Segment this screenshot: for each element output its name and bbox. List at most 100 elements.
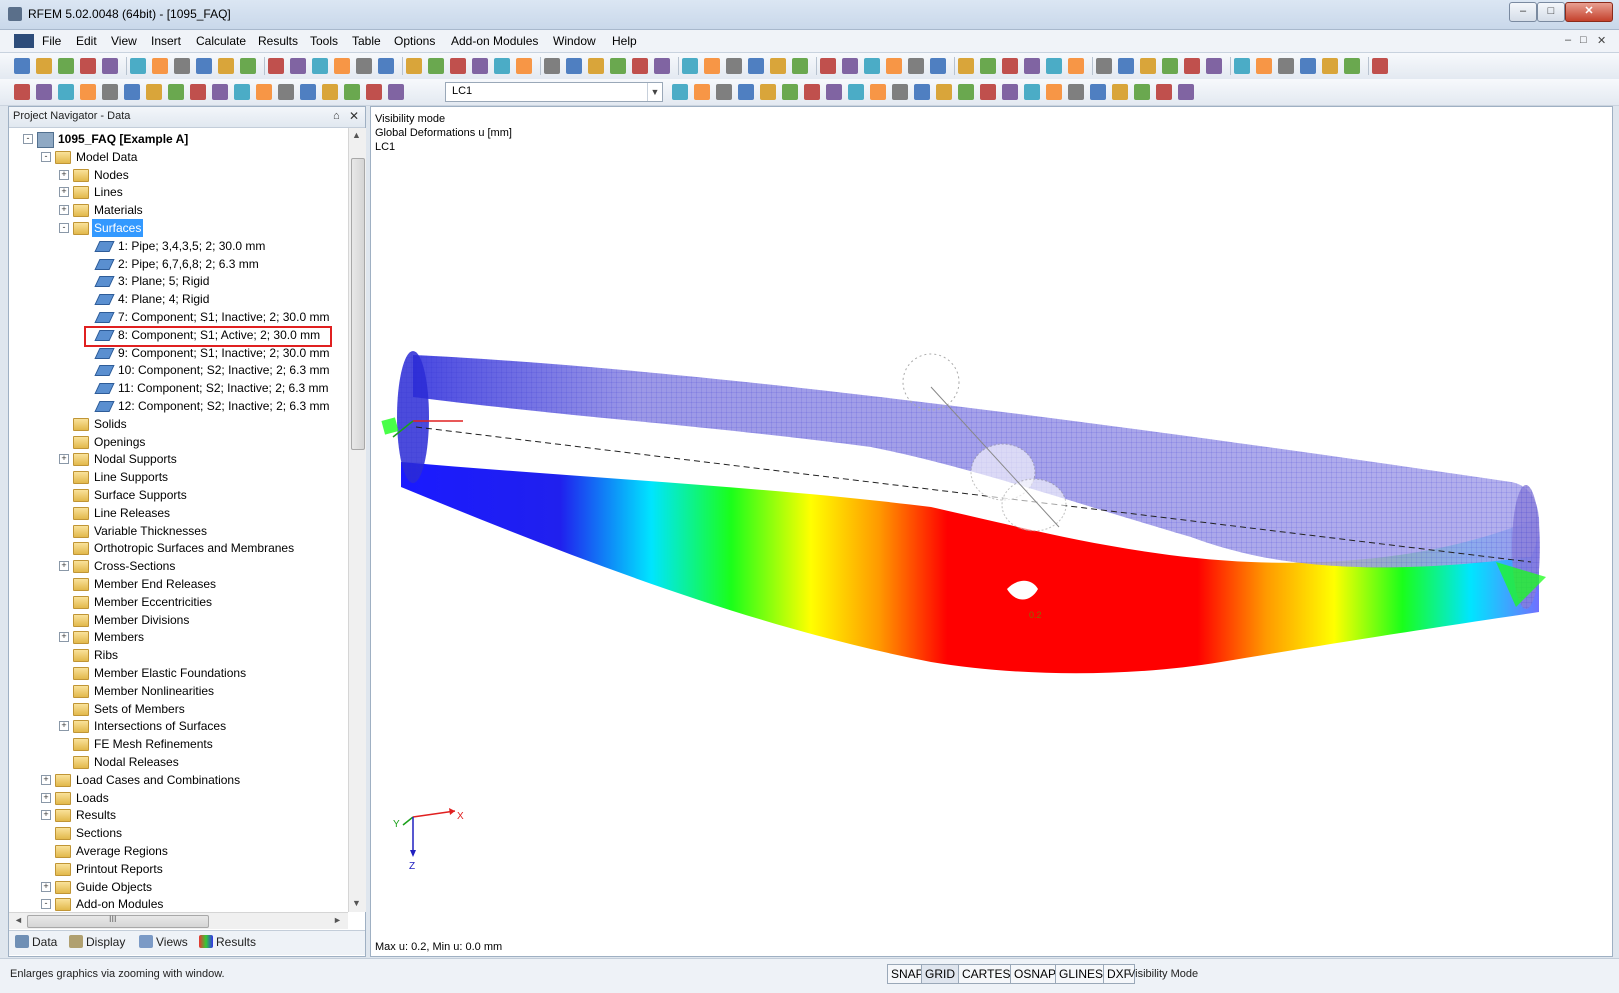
toolbar-tool-icon[interactable]: [1256, 58, 1272, 74]
tree-item[interactable]: - Surfaces: [9, 219, 348, 237]
toolbar-tool-icon[interactable]: [870, 84, 886, 100]
toolbar-tool-icon[interactable]: [406, 58, 422, 74]
tree-item[interactable]: Member Divisions: [9, 611, 348, 629]
toolbar-tool-icon[interactable]: [842, 58, 858, 74]
toolbar-tool-icon[interactable]: [494, 58, 510, 74]
toolbar-tool-icon[interactable]: [654, 58, 670, 74]
toolbar-tool-icon[interactable]: [1002, 58, 1018, 74]
collapse-icon[interactable]: -: [59, 223, 69, 233]
toolbar-tool-icon[interactable]: [278, 84, 294, 100]
toolbar-tool-icon[interactable]: [1234, 58, 1250, 74]
toolbar-tool-icon[interactable]: [146, 84, 162, 100]
toolbar-tool-icon[interactable]: [672, 84, 688, 100]
toolbar-tool-icon[interactable]: [1178, 84, 1194, 100]
toolbar-tool-icon[interactable]: [1278, 58, 1294, 74]
tree-item[interactable]: + Intersections of Surfaces: [9, 717, 348, 735]
toolbar-tool-icon[interactable]: [1090, 84, 1106, 100]
toolbar-tool-icon[interactable]: [760, 84, 776, 100]
toolbar-tool-icon[interactable]: [14, 58, 30, 74]
menu-edit[interactable]: Edit: [76, 34, 97, 48]
toolbar-tool-icon[interactable]: [958, 58, 974, 74]
tree-item[interactable]: Average Regions: [9, 842, 348, 860]
toolbar-tool-icon[interactable]: [804, 84, 820, 100]
expand-icon[interactable]: +: [59, 169, 69, 180]
toolbar-tool-icon[interactable]: [36, 58, 52, 74]
cartes-button[interactable]: CARTES: [958, 964, 1015, 984]
toolbar-tool-icon[interactable]: [1300, 58, 1316, 74]
menu-table[interactable]: Table: [352, 34, 381, 48]
graphics-window[interactable]: Visibility mode Global Deformations u [m…: [370, 106, 1613, 957]
menu-view[interactable]: View: [111, 34, 137, 48]
toolbar-tool-icon[interactable]: [268, 58, 284, 74]
toolbar-tool-icon[interactable]: [892, 84, 908, 100]
maximize-button[interactable]: □: [1537, 2, 1565, 22]
tree-item[interactable]: Line Supports: [9, 468, 348, 486]
toolbar-tool-icon[interactable]: [1372, 58, 1388, 74]
expand-icon[interactable]: +: [59, 561, 69, 572]
toolbar-tool-icon[interactable]: [80, 58, 96, 74]
scroll-up-icon[interactable]: ▲: [352, 130, 361, 140]
toolbar-tool-icon[interactable]: [1024, 58, 1040, 74]
toolbar-tool-icon[interactable]: [290, 58, 306, 74]
toolbar-tool-icon[interactable]: [102, 84, 118, 100]
expand-icon[interactable]: +: [59, 454, 69, 465]
minimize-button[interactable]: –: [1509, 2, 1537, 22]
glines-button[interactable]: GLINES: [1055, 964, 1108, 984]
tree-item[interactable]: Printout Reports: [9, 860, 348, 878]
tree-item[interactable]: - Model Data: [9, 148, 348, 166]
tree-item-surface[interactable]: 1: Pipe; 3,4,3,5; 2; 30.0 mm: [9, 237, 348, 255]
toolbar-tool-icon[interactable]: [782, 84, 798, 100]
tree-item-surface[interactable]: 4: Plane; 4; Rigid: [9, 290, 348, 308]
toolbar-tool-icon[interactable]: [826, 84, 842, 100]
toolbar-tool-icon[interactable]: [1140, 58, 1156, 74]
tree-item[interactable]: Ribs: [9, 646, 348, 664]
vertical-scroll-thumb[interactable]: [351, 158, 365, 450]
toolbar-tool-icon[interactable]: [256, 84, 272, 100]
tree-item[interactable]: Sections: [9, 824, 348, 842]
tree-item[interactable]: + Nodes: [9, 166, 348, 184]
menu-results[interactable]: Results: [258, 34, 298, 48]
expand-icon[interactable]: +: [59, 205, 69, 216]
chevron-down-icon[interactable]: ▼: [647, 83, 662, 101]
toolbar-tool-icon[interactable]: [770, 58, 786, 74]
pin-icon[interactable]: ⌂: [333, 110, 340, 122]
tree-item[interactable]: Nodal Releases: [9, 753, 348, 771]
toolbar-tool-icon[interactable]: [1068, 84, 1084, 100]
toolbar-tool-icon[interactable]: [1068, 58, 1084, 74]
toolbar-tool-icon[interactable]: [152, 58, 168, 74]
toolbar-tool-icon[interactable]: [1156, 84, 1172, 100]
tree-item-surface[interactable]: 3: Plane; 5; Rigid: [9, 272, 348, 290]
tree-item[interactable]: Line Releases: [9, 504, 348, 522]
toolbar-tool-icon[interactable]: [1322, 58, 1338, 74]
toolbar-tool-icon[interactable]: [218, 58, 234, 74]
tree-item[interactable]: - Add-on Modules: [9, 895, 348, 912]
toolbar-tool-icon[interactable]: [980, 58, 996, 74]
document-icon[interactable]: [14, 34, 34, 48]
toolbar-tool-icon[interactable]: [738, 84, 754, 100]
tree-item-surface[interactable]: 10: Component; S2; Inactive; 2; 6.3 mm: [9, 361, 348, 379]
tree-item[interactable]: Sets of Members: [9, 700, 348, 718]
toolbar-tool-icon[interactable]: [58, 58, 74, 74]
tab-data[interactable]: Data: [15, 935, 57, 949]
vertical-scrollbar[interactable]: ▲ ▼: [348, 128, 366, 912]
tree-item[interactable]: Variable Thicknesses: [9, 522, 348, 540]
expand-icon[interactable]: +: [41, 774, 51, 785]
tree-item[interactable]: Surface Supports: [9, 486, 348, 504]
toolbar-tool-icon[interactable]: [1024, 84, 1040, 100]
tree-item[interactable]: + Nodal Supports: [9, 450, 348, 468]
model-view[interactable]: 0.2: [371, 107, 1612, 956]
tree-item[interactable]: Openings: [9, 433, 348, 451]
mdi-restore-button[interactable]: □: [1580, 34, 1587, 46]
toolbar-tool-icon[interactable]: [544, 58, 560, 74]
toolbar-tool-icon[interactable]: [190, 84, 206, 100]
tab-views[interactable]: Views: [139, 935, 188, 949]
expand-icon[interactable]: +: [41, 881, 51, 892]
toolbar-tool-icon[interactable]: [1118, 58, 1134, 74]
toolbar-tool-icon[interactable]: [1184, 58, 1200, 74]
tree-item-surface[interactable]: 7: Component; S1; Inactive; 2; 30.0 mm: [9, 308, 348, 326]
toolbar-tool-icon[interactable]: [344, 84, 360, 100]
collapse-icon[interactable]: -: [41, 899, 51, 910]
toolbar-tool-icon[interactable]: [450, 58, 466, 74]
menu-calculate[interactable]: Calculate: [196, 34, 246, 48]
toolbar-tool-icon[interactable]: [566, 58, 582, 74]
